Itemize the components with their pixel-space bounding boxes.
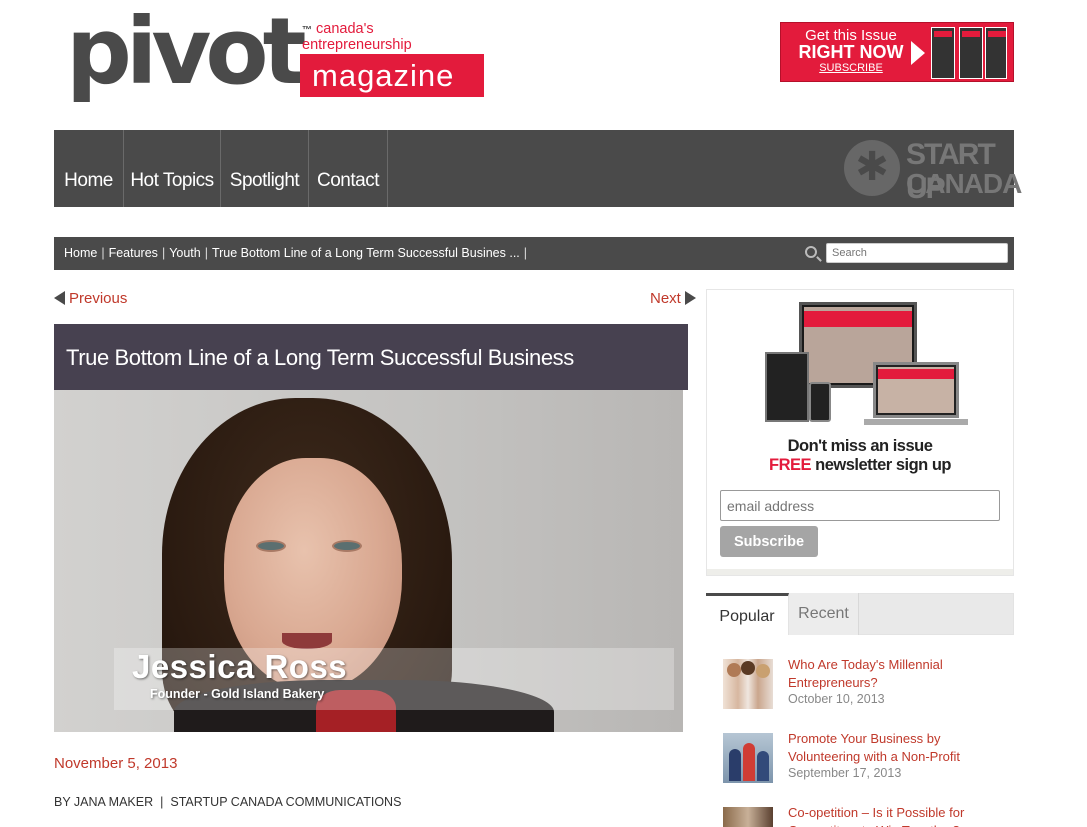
startup-canada-logo[interactable]: ✱ START UP CANADA [844,138,1022,205]
video-speaker-name: Jessica Ross [132,648,348,685]
magazine-cover-image [985,27,1007,79]
logo-tagline-line2: entrepreneurship [302,37,412,53]
article-author[interactable]: BY JANA MAKER [54,795,153,809]
article-video[interactable]: Jessica Ross Founder - Gold Island Baker… [54,390,683,732]
next-link[interactable]: Next [650,290,696,307]
subscribe-ad-banner[interactable]: Get this Issue RIGHT NOW SUBSCRIBE [780,22,1014,82]
nav-item-spotlight[interactable]: Spotlight [221,130,309,207]
previous-link[interactable]: Previous [54,290,127,307]
logo-tagline: ™ canada's entrepreneurship [302,22,412,53]
breadcrumb-bar: Home | Features | Youth | True Bottom Line of … [54,237,1014,270]
newsletter-subheadline: FREE newsletter sign up [707,456,1013,475]
post-title-link[interactable]: Co-opetition – Is it Possible for Compet… [788,804,1008,827]
breadcrumb: Home | Features | Youth | True Bottom Line of … [64,246,531,260]
newsletter-widget: Don't miss an issue FREE newsletter sign… [706,289,1014,576]
magazine-cover-image [959,27,983,79]
maple-leaf-icon: ✱ [844,140,900,196]
arrow-right-icon [911,41,925,65]
search-icon[interactable] [805,246,817,258]
tab-popular[interactable]: Popular [706,593,789,635]
eye-shape [256,540,286,552]
post-thumbnail[interactable] [723,659,773,709]
nav-item-contact[interactable]: Contact [309,130,388,207]
magazine-cover-image [931,27,955,79]
list-item[interactable]: Co-opetition – Is it Possible for Compet… [723,804,1014,827]
logo-magazine-label: magazine [300,54,484,97]
byline-separator: | [160,795,164,809]
post-date: October 10, 2013 [788,692,885,706]
ad-emphasis: RIGHT NOW [798,42,904,62]
article-title-bar: True Bottom Line of a Long Term Successf… [54,324,688,390]
breadcrumb-current: True Bottom Line of a Long Term Successf… [211,246,520,260]
search-input[interactable] [826,243,1008,263]
tablet-device-image [765,352,809,422]
phone-device-image [809,382,831,422]
breadcrumb-separator: | [204,246,208,260]
tab-recent[interactable]: Recent [789,593,859,635]
list-item[interactable]: Who Are Today's Millennial Entrepreneurs… [723,656,1014,716]
email-field[interactable] [720,490,1000,521]
nav-item-home[interactable]: Home [54,130,124,207]
eye-shape [332,540,362,552]
sidebar-tabs: Popular Recent [706,593,1014,635]
subscribe-button[interactable]: Subscribe [720,526,818,557]
trademark-symbol: ™ [302,25,312,36]
arrow-right-icon [684,291,696,305]
arrow-left-icon [54,291,65,305]
main-nav: Home Hot Topics Spotlight Contact ✱ STAR… [54,130,1022,207]
logo-wordmark: pivot [66,0,307,105]
list-item[interactable]: Promote Your Business by Volunteering wi… [723,730,1014,790]
breadcrumb-separator: | [523,246,528,260]
laptop-device-image [864,362,968,425]
breadcrumb-separator: | [161,246,166,260]
video-speaker-role: Founder - Gold Island Bakery [150,687,325,701]
breadcrumb-separator: | [101,246,105,260]
newsletter-headline: Don't miss an issue [787,437,933,455]
article-date: November 5, 2013 [54,755,178,772]
devices-promo-image [761,302,971,425]
breadcrumb-features[interactable]: Features [109,246,158,260]
site-logo[interactable]: pivot ™ canada's entrepreneurship magazi… [54,6,484,114]
article-byline: BY JANA MAKER | STARTUP CANADA COMMUNICATI… [54,795,401,809]
logo-tagline-line1: canada's [316,21,374,37]
post-thumbnail[interactable] [723,807,773,827]
newsletter-free-label: FREE [769,456,812,474]
next-label: Next [650,290,681,307]
newsletter-signup-text: newsletter sign up [811,456,951,474]
previous-label: Previous [69,290,128,307]
post-thumbnail[interactable] [723,733,773,783]
startup-logo-line2: CANADA [906,168,1022,199]
breadcrumb-youth[interactable]: Youth [169,246,201,260]
article-title: True Bottom Line of a Long Term Successf… [66,345,574,370]
mouth-shape [282,633,332,649]
breadcrumb-home[interactable]: Home [64,246,97,260]
article-category[interactable]: STARTUP CANADA COMMUNICATIONS [170,795,401,809]
post-title-link[interactable]: Promote Your Business by Volunteering wi… [788,730,1008,766]
post-date: September 17, 2013 [788,766,902,780]
ad-subscribe-link[interactable]: SUBSCRIBE [781,62,921,74]
post-title-link[interactable]: Who Are Today's Millennial Entrepreneurs… [788,656,1008,692]
nav-item-hot-topics[interactable]: Hot Topics [124,130,221,207]
